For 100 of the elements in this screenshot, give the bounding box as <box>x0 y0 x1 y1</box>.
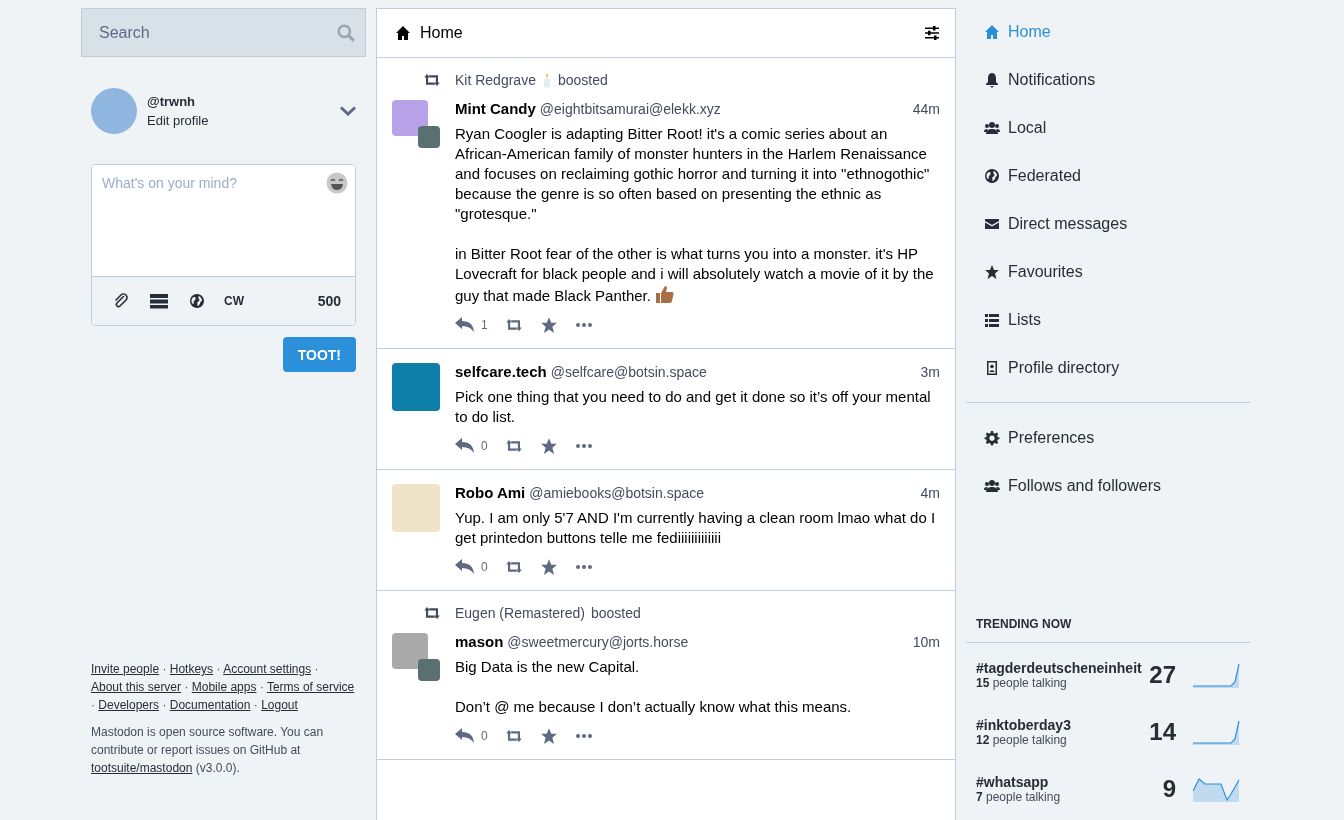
author-handle[interactable]: @amiebooks@botsin.space <box>529 485 917 501</box>
author-handle[interactable]: @sweetmercury@jorts.horse <box>507 634 909 650</box>
nav-link[interactable]: Notifications <box>966 56 1251 104</box>
search-field[interactable]: Search <box>81 8 366 57</box>
post-text: in Bitter Root fear of the other is what turns you into a monster. it's HP Lovecraft for black people and i will absolutely watch a movie of it by the guy that made Black Panther. <box>455 244 935 306</box>
booster-name[interactable]: Kit Redgrave <box>455 72 536 88</box>
boost-icon <box>505 561 522 573</box>
star-icon <box>539 316 558 334</box>
post-time[interactable]: 10m <box>912 634 940 650</box>
author-name[interactable]: mason <box>455 633 504 650</box>
sliders-icon <box>924 25 940 41</box>
reply-button[interactable]: 0 <box>455 438 488 454</box>
about-text: Mastodon is open source software. You can contribute or report issues on GitHub at tootsuite/mastodon (v3.0.0). <box>91 724 325 777</box>
nav-link[interactable]: Lists <box>966 296 1251 344</box>
compose-box[interactable]: What's on your mind? CW 500 <box>91 164 356 326</box>
separator-dot: · <box>216 662 221 676</box>
bars-icon <box>150 293 168 309</box>
hashtag-link[interactable]: #tagderdeutscheneinheit <box>976 659 1142 676</box>
reply-icon <box>455 317 475 333</box>
separator-dot: · <box>91 698 95 712</box>
search-icon <box>337 23 355 42</box>
post-time[interactable]: 44m <box>912 101 940 117</box>
author-handle[interactable]: @eightbitsamurai@elekk.xyz <box>539 101 909 117</box>
nav-link[interactable]: Profile directory <box>966 344 1251 392</box>
nav-link[interactable]: Federated <box>966 152 1251 200</box>
star-icon <box>539 727 558 745</box>
more-button[interactable] <box>575 323 592 327</box>
reply-icon <box>455 559 475 575</box>
footer-link[interactable]: Terms of service <box>266 680 355 694</box>
footer-link[interactable]: Hotkeys <box>169 662 214 676</box>
repository-link[interactable]: tootsuite/mastodon <box>91 761 193 775</box>
thumbs-up-icon <box>654 284 675 304</box>
usage-count: 14 <box>1148 717 1176 746</box>
more-button[interactable] <box>575 734 592 738</box>
footer-link[interactable]: Logout <box>261 698 298 712</box>
content-warning-button[interactable]: CW <box>222 294 246 308</box>
envelope-icon <box>984 216 1000 232</box>
users-icon <box>984 478 1000 494</box>
favourite-button[interactable] <box>539 727 558 745</box>
chevron-down-icon <box>340 106 356 116</box>
search-input[interactable]: Search <box>97 22 337 43</box>
favourite-button[interactable] <box>539 316 558 334</box>
reply-icon <box>455 728 475 744</box>
footer-link[interactable]: Documentation <box>169 698 251 712</box>
nav-link[interactable]: Follows and followers <box>966 462 1251 510</box>
post-time[interactable]: 3m <box>920 364 940 380</box>
emoji-button[interactable] <box>326 172 348 194</box>
more-button[interactable] <box>575 444 592 448</box>
post-text: Don’t @ me because I don’t actually know what this means. <box>455 697 853 717</box>
boost-button[interactable] <box>505 561 522 573</box>
author-name[interactable]: Mint Candy <box>455 100 536 117</box>
post-text: Pick one thing that you need to do and get it done so it’s off your mental to do list. <box>455 387 932 427</box>
nav-link[interactable]: Preferences <box>966 414 1251 462</box>
edit-profile-link[interactable]: Edit profile <box>147 113 209 128</box>
list-icon <box>984 312 1000 328</box>
footer-link[interactable]: Account settings <box>223 662 312 676</box>
nav-link[interactable]: Direct messages <box>966 200 1251 248</box>
footer-link[interactable]: Developers <box>98 698 160 712</box>
globe-icon <box>984 168 1000 184</box>
more-button[interactable] <box>575 565 592 569</box>
booster-name[interactable]: Eugen (Remastered) <box>455 605 585 621</box>
boost-button[interactable] <box>505 440 522 452</box>
reply-button[interactable]: 0 <box>455 728 488 744</box>
usage-count: 27 <box>1148 660 1176 689</box>
hashtag-link[interactable]: #whatsapp <box>976 773 1126 790</box>
footer-link[interactable]: Invite people <box>91 662 160 676</box>
favourite-button[interactable] <box>539 437 558 455</box>
people-talking-count: 7 people talking <box>976 789 1062 804</box>
globe-icon <box>189 293 205 309</box>
address-card-icon <box>984 360 1000 376</box>
author-handle[interactable]: @selfcare@botsin.space <box>550 364 917 380</box>
nav-link[interactable]: Local <box>966 104 1251 152</box>
footer-link[interactable]: Mobile apps <box>191 680 257 694</box>
usage-count: 9 <box>1161 774 1176 803</box>
reply-button[interactable]: 1 <box>455 317 488 333</box>
boost-label: boosted <box>557 72 608 88</box>
boost-button[interactable] <box>505 319 522 331</box>
trending-heading: TRENDING NOW <box>966 617 1251 643</box>
boost-button[interactable] <box>505 730 522 742</box>
author-name[interactable]: Robo Ami <box>455 484 526 501</box>
account-handle: @trwnh <box>147 93 197 111</box>
hashtag-link[interactable]: #inktoberday3 <box>976 716 1126 733</box>
footer-link[interactable]: About this server <box>91 680 182 694</box>
star-icon <box>539 437 558 455</box>
ellipsis-icon <box>575 734 592 738</box>
favourite-button[interactable] <box>539 558 558 576</box>
author-name[interactable]: selfcare.tech <box>455 363 547 380</box>
reply-icon <box>455 438 475 454</box>
reply-button[interactable]: 0 <box>455 559 488 575</box>
boost-icon <box>505 730 522 742</box>
column-settings-button[interactable] <box>924 25 940 41</box>
bell-icon <box>984 72 1000 88</box>
nav-link[interactable]: Favourites <box>966 248 1251 296</box>
star-icon <box>539 558 558 576</box>
ellipsis-icon <box>575 444 592 448</box>
home-icon <box>395 25 411 41</box>
star-icon <box>984 264 1000 280</box>
boost-icon <box>505 319 522 331</box>
people-talking-count: 15 people talking <box>976 675 1067 690</box>
post-time[interactable]: 4m <box>920 485 940 501</box>
